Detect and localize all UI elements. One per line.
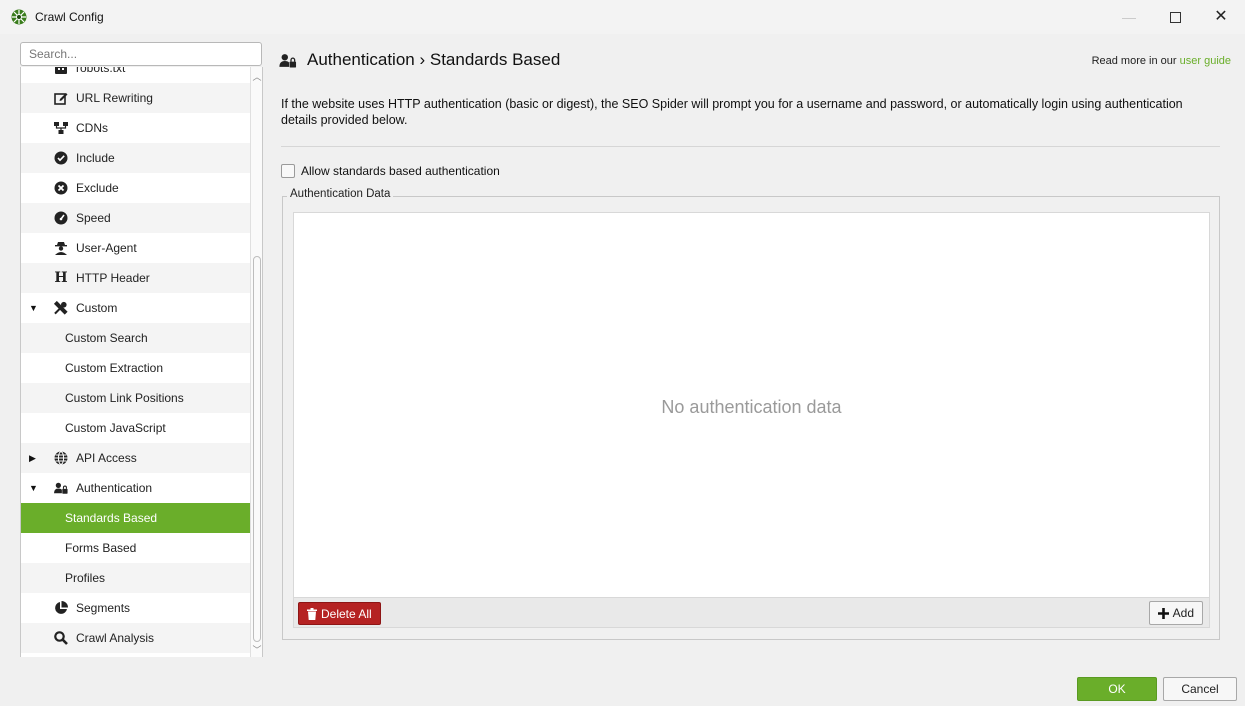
scroll-up-icon[interactable]: ︿ xyxy=(251,70,263,83)
check-circle-icon xyxy=(54,151,68,165)
sidebar-item-label: Authentication xyxy=(76,481,153,495)
robot-icon xyxy=(54,67,68,75)
minimize-button[interactable]: — xyxy=(1106,0,1152,34)
tools-icon xyxy=(54,301,68,315)
sidebar-item-custom-javascript[interactable]: Custom JavaScript xyxy=(21,413,251,443)
sidebar-item-custom-link-positions[interactable]: Custom Link Positions xyxy=(21,383,251,413)
guide-prefix: Read more in our xyxy=(1091,55,1177,67)
sidebar-item-label: HTTP Header xyxy=(76,271,150,285)
sidebar-item-label: Custom JavaScript xyxy=(65,421,166,435)
page-title: Authentication › Standards Based xyxy=(279,50,560,70)
sidebar-item-url-rewriting[interactable]: URL Rewriting xyxy=(21,83,251,113)
sidebar-item-label: Custom Extraction xyxy=(65,361,164,375)
settings-tree: robots.txt URL Rewriting CDNs Include Ex… xyxy=(20,67,251,657)
sidebar-item-label: Standards Based xyxy=(65,511,158,525)
plus-icon xyxy=(1157,607,1169,619)
add-button[interactable]: Add xyxy=(1148,601,1203,625)
expand-right-icon[interactable]: ▶ xyxy=(29,453,36,464)
sidebar-item-label: Exclude xyxy=(76,181,119,195)
maximize-button[interactable] xyxy=(1152,0,1198,34)
sidebar-item-cdns[interactable]: CDNs xyxy=(21,113,251,143)
scroll-down-icon[interactable]: ﹀ xyxy=(251,643,263,656)
sidebar-scrollbar[interactable]: ︿ ﹀ xyxy=(250,67,263,657)
sidebar-item-standards-based[interactable]: Standards Based xyxy=(21,503,251,533)
sidebar-item-forms-based[interactable]: Forms Based xyxy=(21,533,251,563)
sidebar-item-label: CDNs xyxy=(76,121,108,135)
sidebar-item-profiles[interactable]: Profiles xyxy=(21,563,251,593)
ok-button[interactable]: OK xyxy=(1077,677,1157,701)
sidebar-item-custom-extraction[interactable]: Custom Extraction xyxy=(21,353,251,383)
search-icon xyxy=(54,631,68,645)
sidebar-item-label: Custom Link Positions xyxy=(65,391,184,405)
scrollbar-thumb[interactable] xyxy=(253,256,261,642)
x-circle-icon xyxy=(54,181,68,195)
description-text: If the website uses HTTP authentication … xyxy=(281,97,1183,127)
spider-logo-icon xyxy=(11,9,27,25)
user-secret-icon xyxy=(54,241,68,255)
sidebar-item-speed[interactable]: Speed xyxy=(21,203,251,233)
pie-chart-icon xyxy=(54,601,68,615)
edit-icon xyxy=(54,91,68,105)
cancel-button[interactable]: Cancel xyxy=(1163,677,1237,701)
allow-auth-checkbox-row[interactable]: Allow standards based authentication xyxy=(281,164,500,178)
sidebar-item-label: User-Agent xyxy=(76,241,137,255)
user-lock-icon xyxy=(279,53,297,68)
sidebar-item-label: Include xyxy=(76,151,115,165)
delete-all-button[interactable]: Delete All xyxy=(298,602,381,625)
globe-icon xyxy=(54,451,68,465)
maximize-icon xyxy=(1169,11,1181,23)
gauge-icon xyxy=(54,211,68,225)
sidebar-item-label: URL Rewriting xyxy=(76,91,153,105)
allow-auth-label: Allow standards based authentication xyxy=(301,164,500,178)
divider xyxy=(281,146,1220,147)
sidebar-item-label: Custom Search xyxy=(65,331,148,345)
sitemap-icon xyxy=(54,121,68,135)
sidebar-item-exclude[interactable]: Exclude xyxy=(21,173,251,203)
expand-down-icon[interactable]: ▼ xyxy=(29,303,38,313)
sidebar-item-custom-search[interactable]: Custom Search xyxy=(21,323,251,353)
expand-down-icon[interactable]: ▼ xyxy=(29,483,38,493)
user-lock-icon xyxy=(54,481,68,495)
empty-message: No authentication data xyxy=(661,397,842,417)
user-guide-note: Read more in our user guide xyxy=(1092,55,1231,67)
delete-all-label: Delete All xyxy=(321,606,372,621)
sidebar-item-user-agent[interactable]: User-Agent xyxy=(21,233,251,263)
sidebar-item-segments[interactable]: Segments xyxy=(21,593,251,623)
sidebar-item-label: Profiles xyxy=(65,571,106,585)
sidebar-item-label: API Access xyxy=(76,451,137,465)
sidebar-item-robots[interactable]: robots.txt xyxy=(21,67,251,83)
heading-icon: H xyxy=(54,270,68,286)
sidebar-item-label: Speed xyxy=(76,211,111,225)
window-title: Crawl Config xyxy=(35,10,104,24)
user-guide-link[interactable]: user guide xyxy=(1180,55,1231,67)
sidebar-item-include[interactable]: Include xyxy=(21,143,251,173)
allow-auth-checkbox[interactable] xyxy=(281,164,295,178)
trash-icon xyxy=(307,607,317,620)
group-title: Authentication Data xyxy=(287,188,394,200)
close-button[interactable]: ✕ xyxy=(1198,0,1244,34)
sidebar-item-label: Custom xyxy=(76,301,118,315)
sidebar-item-custom[interactable]: ▼ Custom xyxy=(21,293,251,323)
search-input[interactable] xyxy=(20,42,262,66)
sidebar-item-crawl-analysis[interactable]: Crawl Analysis xyxy=(21,623,251,653)
sidebar-item-api-access[interactable]: ▶ API Access xyxy=(21,443,251,473)
breadcrumb: Authentication › Standards Based xyxy=(307,50,561,69)
add-label: Add xyxy=(1172,606,1194,620)
sidebar-item-label: robots.txt xyxy=(76,67,126,75)
sidebar-item-label: Forms Based xyxy=(65,541,137,555)
sidebar-item-http-header[interactable]: H HTTP Header xyxy=(21,263,251,293)
title-bar: Crawl Config — ✕ xyxy=(0,0,1245,34)
sidebar-item-label: Segments xyxy=(76,601,131,615)
sidebar-item-authentication[interactable]: ▼ Authentication xyxy=(21,473,251,503)
table-toolbar: Delete All Add xyxy=(293,598,1210,628)
authentication-data-table[interactable]: No authentication data xyxy=(293,212,1210,598)
sidebar-item-label: Crawl Analysis xyxy=(76,631,155,645)
